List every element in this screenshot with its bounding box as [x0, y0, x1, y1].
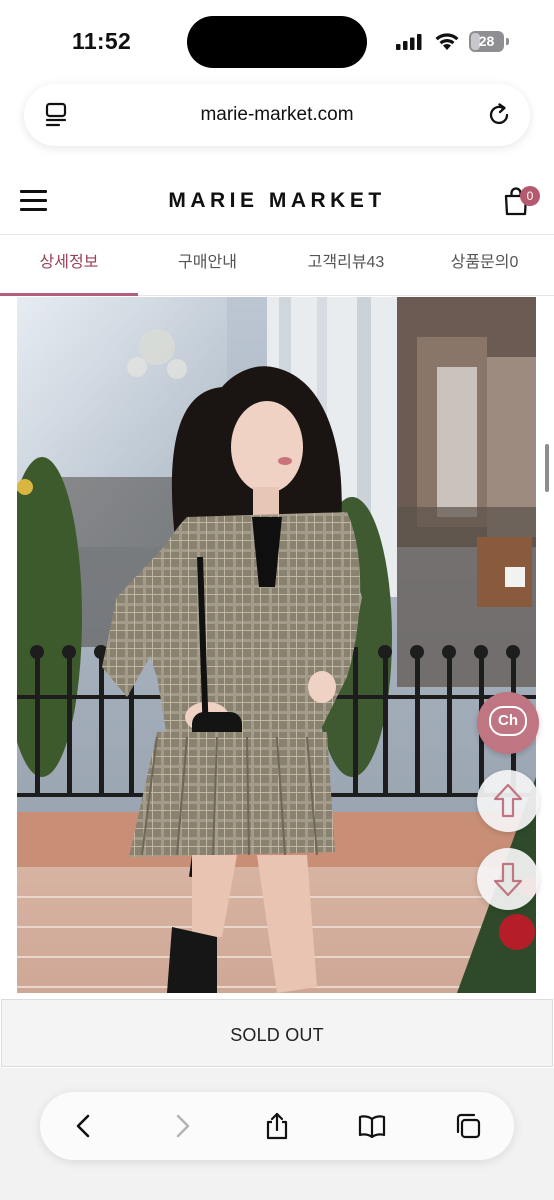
- scroll-bottom-button[interactable]: [477, 848, 539, 910]
- status-time: 11:52: [72, 28, 132, 54]
- tabs-icon[interactable]: [454, 1112, 482, 1140]
- chevron-right-icon[interactable]: [168, 1112, 196, 1140]
- battery-icon: 28: [469, 31, 509, 52]
- url-text[interactable]: marie-market.com: [24, 104, 530, 126]
- tab-qna[interactable]: 상품문의0: [415, 235, 554, 295]
- product-photo-illustration: [17, 297, 536, 993]
- cart-count-badge[interactable]: 0: [520, 186, 540, 206]
- arrow-up-icon: [493, 783, 523, 818]
- chevron-left-icon[interactable]: [70, 1112, 98, 1140]
- product-tabs: 상세정보 구매안내 고객리뷰43 상품문의0: [0, 234, 554, 296]
- sold-out-label: SOLD OUT: [230, 1025, 324, 1045]
- battery-percent: 28: [478, 33, 495, 49]
- wifi-icon: [435, 33, 459, 50]
- browser-toolbar: [40, 1092, 514, 1160]
- arrow-down-icon: [493, 862, 523, 897]
- tab-purchase-guide[interactable]: 구매안내: [138, 235, 277, 295]
- book-icon[interactable]: [358, 1112, 386, 1140]
- share-icon[interactable]: [263, 1112, 291, 1140]
- sold-out-button[interactable]: SOLD OUT: [1, 999, 553, 1067]
- address-bar[interactable]: marie-market.com: [24, 84, 530, 146]
- tab-reviews[interactable]: 고객리뷰43: [277, 235, 415, 295]
- tab-details[interactable]: 상세정보: [0, 235, 138, 295]
- dynamic-island: [187, 16, 367, 68]
- cellular-signal-icon: [396, 34, 422, 50]
- reload-icon[interactable]: [486, 102, 512, 128]
- site-header: MARIE MARKET: [0, 168, 554, 234]
- active-tab-indicator: [0, 293, 138, 296]
- scroll-top-button[interactable]: [477, 770, 539, 832]
- brand-logo[interactable]: MARIE MARKET: [0, 189, 554, 213]
- status-bar: 11:52 28: [0, 0, 554, 84]
- chat-button[interactable]: Ch: [477, 692, 539, 754]
- page-scrollbar[interactable]: [545, 444, 549, 492]
- chat-button-label: Ch: [498, 712, 518, 729]
- product-photo: [17, 297, 536, 993]
